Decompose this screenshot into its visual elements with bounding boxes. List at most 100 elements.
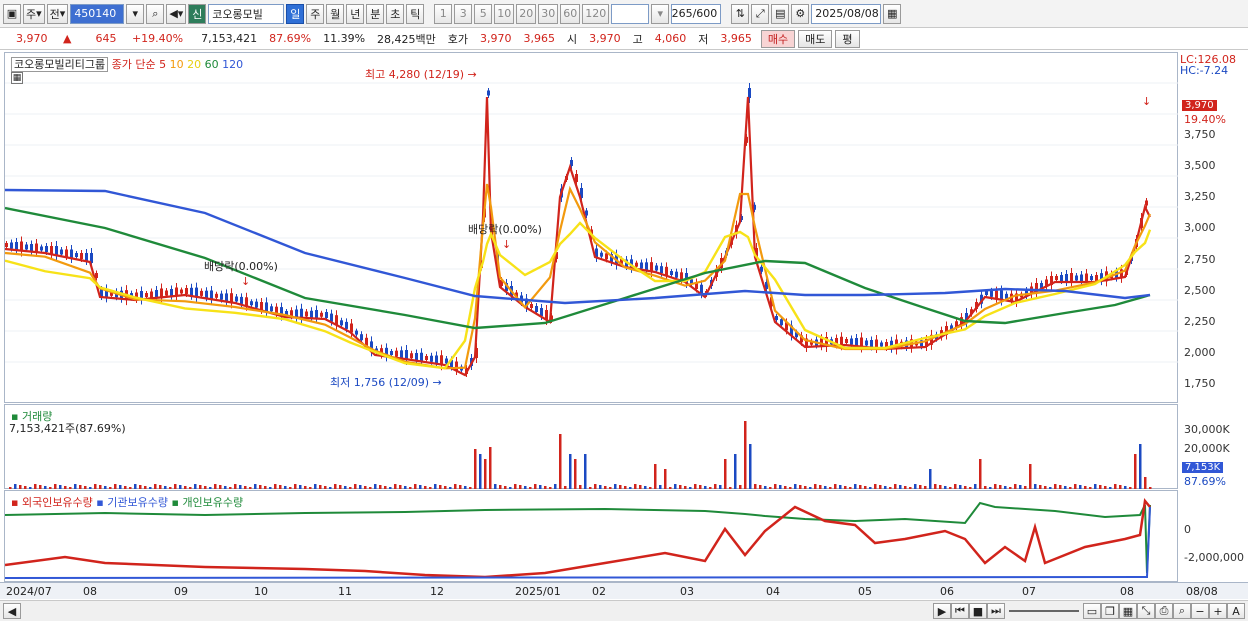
volume-bar bbox=[729, 487, 732, 489]
candle-body bbox=[487, 90, 490, 96]
volume-bar bbox=[399, 485, 402, 489]
candle-body bbox=[655, 265, 658, 271]
candle-body bbox=[410, 353, 413, 359]
volume-bar bbox=[1009, 487, 1012, 489]
zoom-in-icon[interactable]: + bbox=[1209, 603, 1227, 619]
zoom-slider[interactable] bbox=[1009, 610, 1079, 612]
candle-body bbox=[1060, 275, 1063, 281]
zoom-out-icon[interactable]: − bbox=[1191, 603, 1209, 619]
x-right-label: 08/08 bbox=[1186, 585, 1218, 598]
settings-gear-icon[interactable]: ⚙ bbox=[791, 3, 810, 24]
sell-button[interactable]: 매도 bbox=[798, 29, 833, 48]
count-input[interactable]: 265/600 bbox=[671, 3, 722, 24]
candle-body bbox=[25, 244, 28, 250]
period-second-button[interactable]: 초 bbox=[386, 3, 405, 24]
volume-bar bbox=[764, 486, 767, 489]
scroll-right-icon[interactable]: ▶ bbox=[933, 603, 951, 619]
prefix-select[interactable]: 전 ▾ bbox=[46, 3, 69, 24]
candle-body bbox=[185, 288, 188, 294]
scroll-left-icon[interactable]: ◀ bbox=[3, 603, 21, 619]
volume-bar bbox=[609, 487, 612, 489]
candle-body bbox=[865, 340, 868, 346]
fit-icon[interactable]: ⤡ bbox=[1137, 603, 1155, 619]
candle-body bbox=[640, 262, 643, 269]
font-size-icon[interactable]: A bbox=[1227, 603, 1245, 619]
speaker-icon[interactable]: ◀▾ bbox=[166, 3, 187, 24]
volume-bar bbox=[704, 486, 707, 489]
eval-button[interactable]: 평 bbox=[835, 29, 860, 48]
x-label: 11 bbox=[338, 585, 352, 598]
chart-type-icon[interactable]: ⇅ bbox=[731, 3, 750, 24]
ma-10-line bbox=[5, 183, 1152, 370]
rewind-icon[interactable]: ⏮ bbox=[951, 603, 969, 619]
date-input[interactable]: 2025/08/08 bbox=[811, 3, 882, 24]
period-tick-button[interactable]: 틱 bbox=[406, 3, 425, 24]
volume-bar bbox=[874, 484, 877, 489]
copy-icon[interactable]: ❐ bbox=[1101, 603, 1119, 619]
price-tick: 3,250 bbox=[1184, 190, 1216, 203]
ma-120-label: 120 bbox=[222, 58, 244, 71]
data-table-icon[interactable]: ▦ bbox=[11, 72, 23, 84]
volume-bar bbox=[159, 485, 162, 489]
period-month-button[interactable]: 월 bbox=[326, 3, 345, 24]
period-year-button[interactable]: 년 bbox=[346, 3, 365, 24]
volume-bar bbox=[889, 487, 892, 489]
minute-120-button[interactable]: 120 bbox=[582, 3, 610, 24]
volume-bar bbox=[859, 485, 862, 489]
minute-10-button[interactable]: 10 bbox=[494, 3, 515, 24]
volume-bar bbox=[589, 487, 592, 489]
stock-code-input[interactable]: 450140 bbox=[70, 3, 125, 24]
price-chart-panel[interactable]: 코오롱모빌리티그룹 종가 단순 5 10 20 60 120 ▦ 최고 4,28… bbox=[4, 52, 1179, 403]
print-icon[interactable]: ⎙ bbox=[1155, 603, 1173, 619]
code-dropdown-icon[interactable]: ▾ bbox=[126, 3, 145, 24]
minute-5-button[interactable]: 5 bbox=[474, 3, 493, 24]
volume-bar bbox=[1139, 444, 1142, 489]
volume-bar bbox=[194, 484, 197, 489]
candle-body bbox=[1095, 275, 1098, 281]
volume-bar bbox=[519, 485, 522, 489]
candle-body bbox=[395, 350, 398, 357]
volume-bar bbox=[1084, 486, 1087, 489]
minute-60-button[interactable]: 60 bbox=[560, 3, 581, 24]
volume-bar bbox=[579, 485, 582, 489]
grid-icon[interactable]: ▦ bbox=[1119, 603, 1137, 619]
volume-bar bbox=[489, 447, 492, 489]
minute-30-button[interactable]: 30 bbox=[538, 3, 559, 24]
zoom-icon[interactable]: ⌕ bbox=[1173, 603, 1191, 619]
menu-icon[interactable]: ▣ bbox=[3, 3, 21, 24]
volume-bar bbox=[1029, 464, 1032, 489]
high-label: 고 bbox=[632, 32, 643, 46]
forward-icon[interactable]: ⏭ bbox=[987, 603, 1005, 619]
save-icon[interactable]: ▤ bbox=[771, 3, 790, 24]
volume-bar bbox=[144, 486, 147, 489]
volume-bar bbox=[204, 486, 207, 489]
volume-bar bbox=[424, 486, 427, 489]
window-icon[interactable]: ▭ bbox=[1083, 603, 1101, 619]
indicator-icon[interactable]: ⤢ bbox=[751, 3, 770, 24]
stop-icon[interactable]: ■ bbox=[969, 603, 987, 619]
search-icon[interactable]: ⌕ bbox=[146, 3, 165, 24]
volume-bar bbox=[1004, 486, 1007, 489]
interval-dropdown-icon[interactable]: ▾ bbox=[651, 3, 670, 24]
quote-bar: 3,970 ▲ 645 +19.40% 7,153,421 87.69% 11.… bbox=[0, 28, 1248, 50]
calendar-icon[interactable]: ▦ bbox=[883, 3, 902, 24]
minute-20-button[interactable]: 20 bbox=[516, 3, 537, 24]
volume-panel[interactable]: ▪ 거래량 7,153,421주(87.69%) bbox=[4, 404, 1178, 489]
period-minute-button[interactable]: 분 bbox=[366, 3, 385, 24]
volume-bar bbox=[284, 486, 287, 489]
minute-3-button[interactable]: 3 bbox=[454, 3, 473, 24]
volume-bar bbox=[264, 486, 267, 489]
minute-1-button[interactable]: 1 bbox=[434, 3, 453, 24]
volume-bar bbox=[759, 485, 762, 489]
candle-body bbox=[1065, 274, 1068, 282]
volume-bar bbox=[1014, 484, 1017, 489]
volume-bar bbox=[829, 487, 832, 489]
custom-interval-select[interactable] bbox=[611, 3, 650, 24]
buy-button[interactable]: 매수 bbox=[760, 29, 796, 48]
candle-body bbox=[170, 289, 173, 296]
period-day-button[interactable]: 일 bbox=[286, 3, 305, 24]
period-week-button[interactable]: 주 bbox=[306, 3, 325, 24]
period-select[interactable]: 주 ▾ bbox=[23, 3, 45, 24]
volume-bar bbox=[379, 485, 382, 489]
holdings-panel[interactable]: ▪ 외국인보유수량 ▪ 기관보유수량 ▪ 개인보유수량 bbox=[4, 490, 1178, 582]
